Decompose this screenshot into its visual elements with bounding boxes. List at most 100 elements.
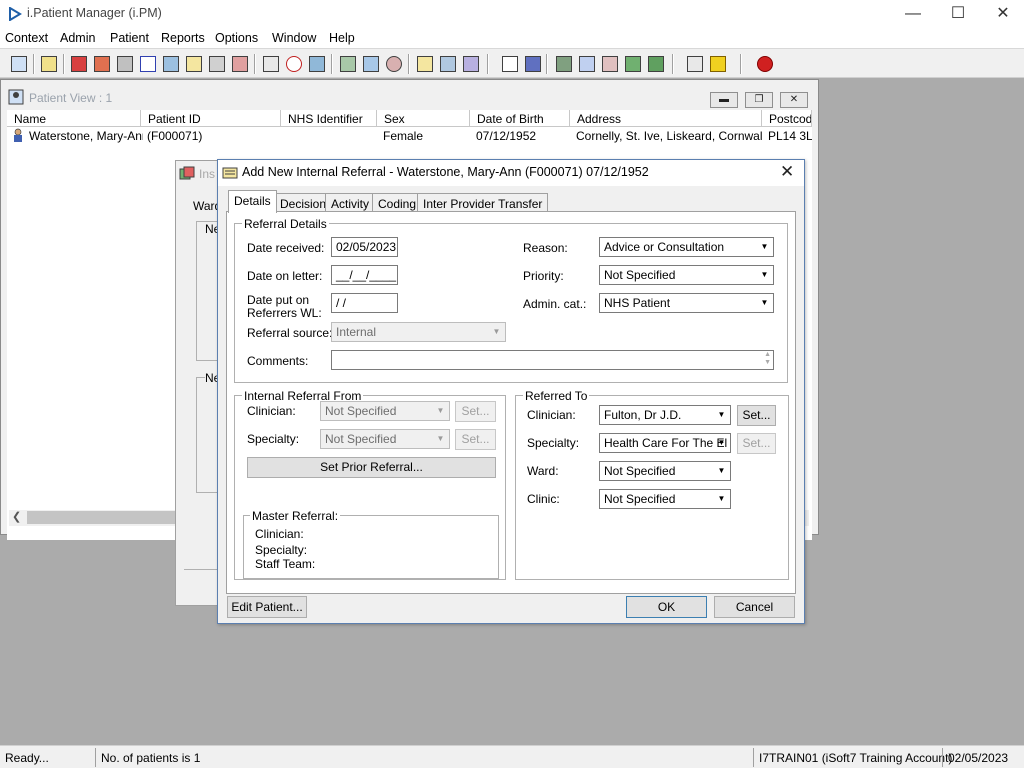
network-icon[interactable]	[553, 53, 575, 75]
bar-chart-icon[interactable]	[522, 53, 544, 75]
cancel-button[interactable]: Cancel	[714, 596, 795, 618]
check-list-icon[interactable]	[576, 53, 598, 75]
warning-icon[interactable]	[707, 53, 729, 75]
chevron-down-icon[interactable]: ▼	[714, 491, 729, 507]
patient-icon[interactable]	[8, 53, 30, 75]
chevron-down-icon[interactable]: ▼	[714, 463, 729, 479]
insert-window-icon	[179, 166, 195, 180]
reason-value: Advice or Consultation	[604, 240, 725, 254]
monitor-icon[interactable]	[306, 53, 328, 75]
notes-icon[interactable]	[183, 53, 205, 75]
edit-patient-button[interactable]: Edit Patient...	[227, 596, 307, 618]
tab-inter-provider-transfer[interactable]: Inter Provider Transfer	[417, 193, 549, 213]
status-ready: Ready...	[5, 751, 49, 765]
comments-spin-icon[interactable]: ▲ ▼	[764, 351, 771, 367]
mdi-minimize-button[interactable]: ▬	[710, 92, 738, 108]
to-ward-label: Ward:	[527, 464, 559, 478]
from-specialty-value: Not Specified	[325, 432, 397, 446]
column-header-postcode[interactable]: Postcode	[762, 110, 812, 127]
swap-icon[interactable]	[684, 53, 706, 75]
set-prior-referral-button[interactable]: Set Prior Referral...	[247, 457, 496, 478]
check-double-icon[interactable]	[645, 53, 667, 75]
details-tab-panel: Referral Details Date received: 02/05/20…	[226, 211, 796, 594]
chevron-down-icon[interactable]: ▼	[757, 267, 772, 283]
tab-decision[interactable]: Decision	[274, 193, 333, 213]
users-icon[interactable]	[460, 53, 482, 75]
close-app-button[interactable]: ✕	[980, 0, 1024, 28]
menu-context[interactable]: Context	[5, 31, 48, 45]
comments-field[interactable]: ▲ ▼	[331, 350, 774, 370]
chevron-down-icon[interactable]: ▼	[714, 435, 729, 451]
search-doc-icon[interactable]	[260, 53, 282, 75]
priority-value: Not Specified	[604, 268, 676, 282]
printer-icon[interactable]	[38, 53, 60, 75]
menu-reports[interactable]: Reports	[161, 31, 205, 45]
tab-details[interactable]: Details	[228, 190, 277, 213]
scroll-thumb[interactable]	[27, 511, 187, 524]
to-specialty-select[interactable]: Health Care For The El ▼	[599, 433, 731, 453]
menu-help[interactable]: Help	[329, 31, 355, 45]
mdi-close-button[interactable]: ✕	[780, 92, 808, 108]
from-specialty-set-button: Set...	[455, 429, 496, 450]
maximize-button[interactable]: ☐	[935, 0, 981, 28]
toolbar-separator	[63, 54, 65, 74]
schedule-icon[interactable]	[337, 53, 359, 75]
ok-button[interactable]: OK	[626, 596, 707, 618]
column-header-dob[interactable]: Date of Birth	[470, 110, 570, 127]
document-icon[interactable]	[114, 53, 136, 75]
person-icon[interactable]	[160, 53, 182, 75]
tab-activity[interactable]: Activity	[325, 193, 376, 213]
master-referral-label: Master Referral:	[250, 509, 341, 523]
chevron-down-icon[interactable]: ▼	[714, 407, 729, 423]
chevron-down-icon[interactable]: ▼	[757, 295, 772, 311]
column-header-sex[interactable]: Sex	[377, 110, 470, 127]
referral-source-label: Referral source:	[247, 326, 333, 340]
admin-cat-select[interactable]: NHS Patient ▼	[599, 293, 774, 313]
mdi-restore-button[interactable]: ❐	[745, 92, 773, 108]
to-clinician-set-button[interactable]: Set...	[737, 405, 776, 426]
app-title: i.Patient Manager (i.PM)	[27, 6, 162, 20]
menu-options[interactable]: Options	[215, 31, 258, 45]
m-icon[interactable]	[137, 53, 159, 75]
priority-label: Priority:	[523, 269, 564, 283]
admin-cat-label: Admin. cat.:	[523, 297, 587, 311]
referral-icon[interactable]	[91, 53, 113, 75]
clock-icon[interactable]	[283, 53, 305, 75]
bed-icon[interactable]	[206, 53, 228, 75]
reason-select[interactable]: Advice or Consultation ▼	[599, 237, 774, 257]
list-icon[interactable]	[360, 53, 382, 75]
chevron-down-icon[interactable]: ▼	[757, 239, 772, 255]
from-clinician-value: Not Specified	[325, 404, 397, 418]
to-clinic-select[interactable]: Not Specified ▼	[599, 489, 731, 509]
column-header-name[interactable]: Name	[7, 110, 141, 127]
check-red-icon[interactable]	[599, 53, 621, 75]
notepad-icon[interactable]	[414, 53, 436, 75]
column-header-address[interactable]: Address	[570, 110, 762, 127]
page-icon[interactable]	[499, 53, 521, 75]
date-put-on-wl-field[interactable]: / /	[331, 293, 398, 313]
column-header-nhs-identifier[interactable]: NHS Identifier	[281, 110, 377, 127]
to-clinician-select[interactable]: Fulton, Dr J.D. ▼	[599, 405, 731, 425]
column-header-patient-id[interactable]: Patient ID	[141, 110, 281, 127]
priority-select[interactable]: Not Specified ▼	[599, 265, 774, 285]
check-green-icon[interactable]	[622, 53, 644, 75]
date-on-letter-field[interactable]: __/__/____	[331, 265, 398, 285]
menu-admin[interactable]: Admin	[60, 31, 95, 45]
dialog-close-icon[interactable]: ✕	[780, 162, 794, 182]
book-icon[interactable]	[68, 53, 90, 75]
date-received-field[interactable]: 02/05/2023	[331, 237, 398, 257]
scroll-left-icon[interactable]: ❮	[12, 510, 21, 523]
minimize-button[interactable]: —	[890, 0, 936, 28]
exit-icon[interactable]	[754, 53, 776, 75]
transport-icon[interactable]	[437, 53, 459, 75]
bed-flag-icon[interactable]	[229, 53, 251, 75]
referral-source-value: Internal	[336, 325, 377, 339]
globe-icon[interactable]	[383, 53, 405, 75]
cell-nhs	[281, 127, 377, 144]
cell-patient-id: (F000071)	[147, 129, 203, 143]
tab-coding[interactable]: Coding	[372, 193, 423, 213]
menu-window[interactable]: Window	[272, 31, 316, 45]
toolbar-separator	[331, 54, 333, 74]
menu-patient[interactable]: Patient	[110, 31, 149, 45]
to-ward-select[interactable]: Not Specified ▼	[599, 461, 731, 481]
